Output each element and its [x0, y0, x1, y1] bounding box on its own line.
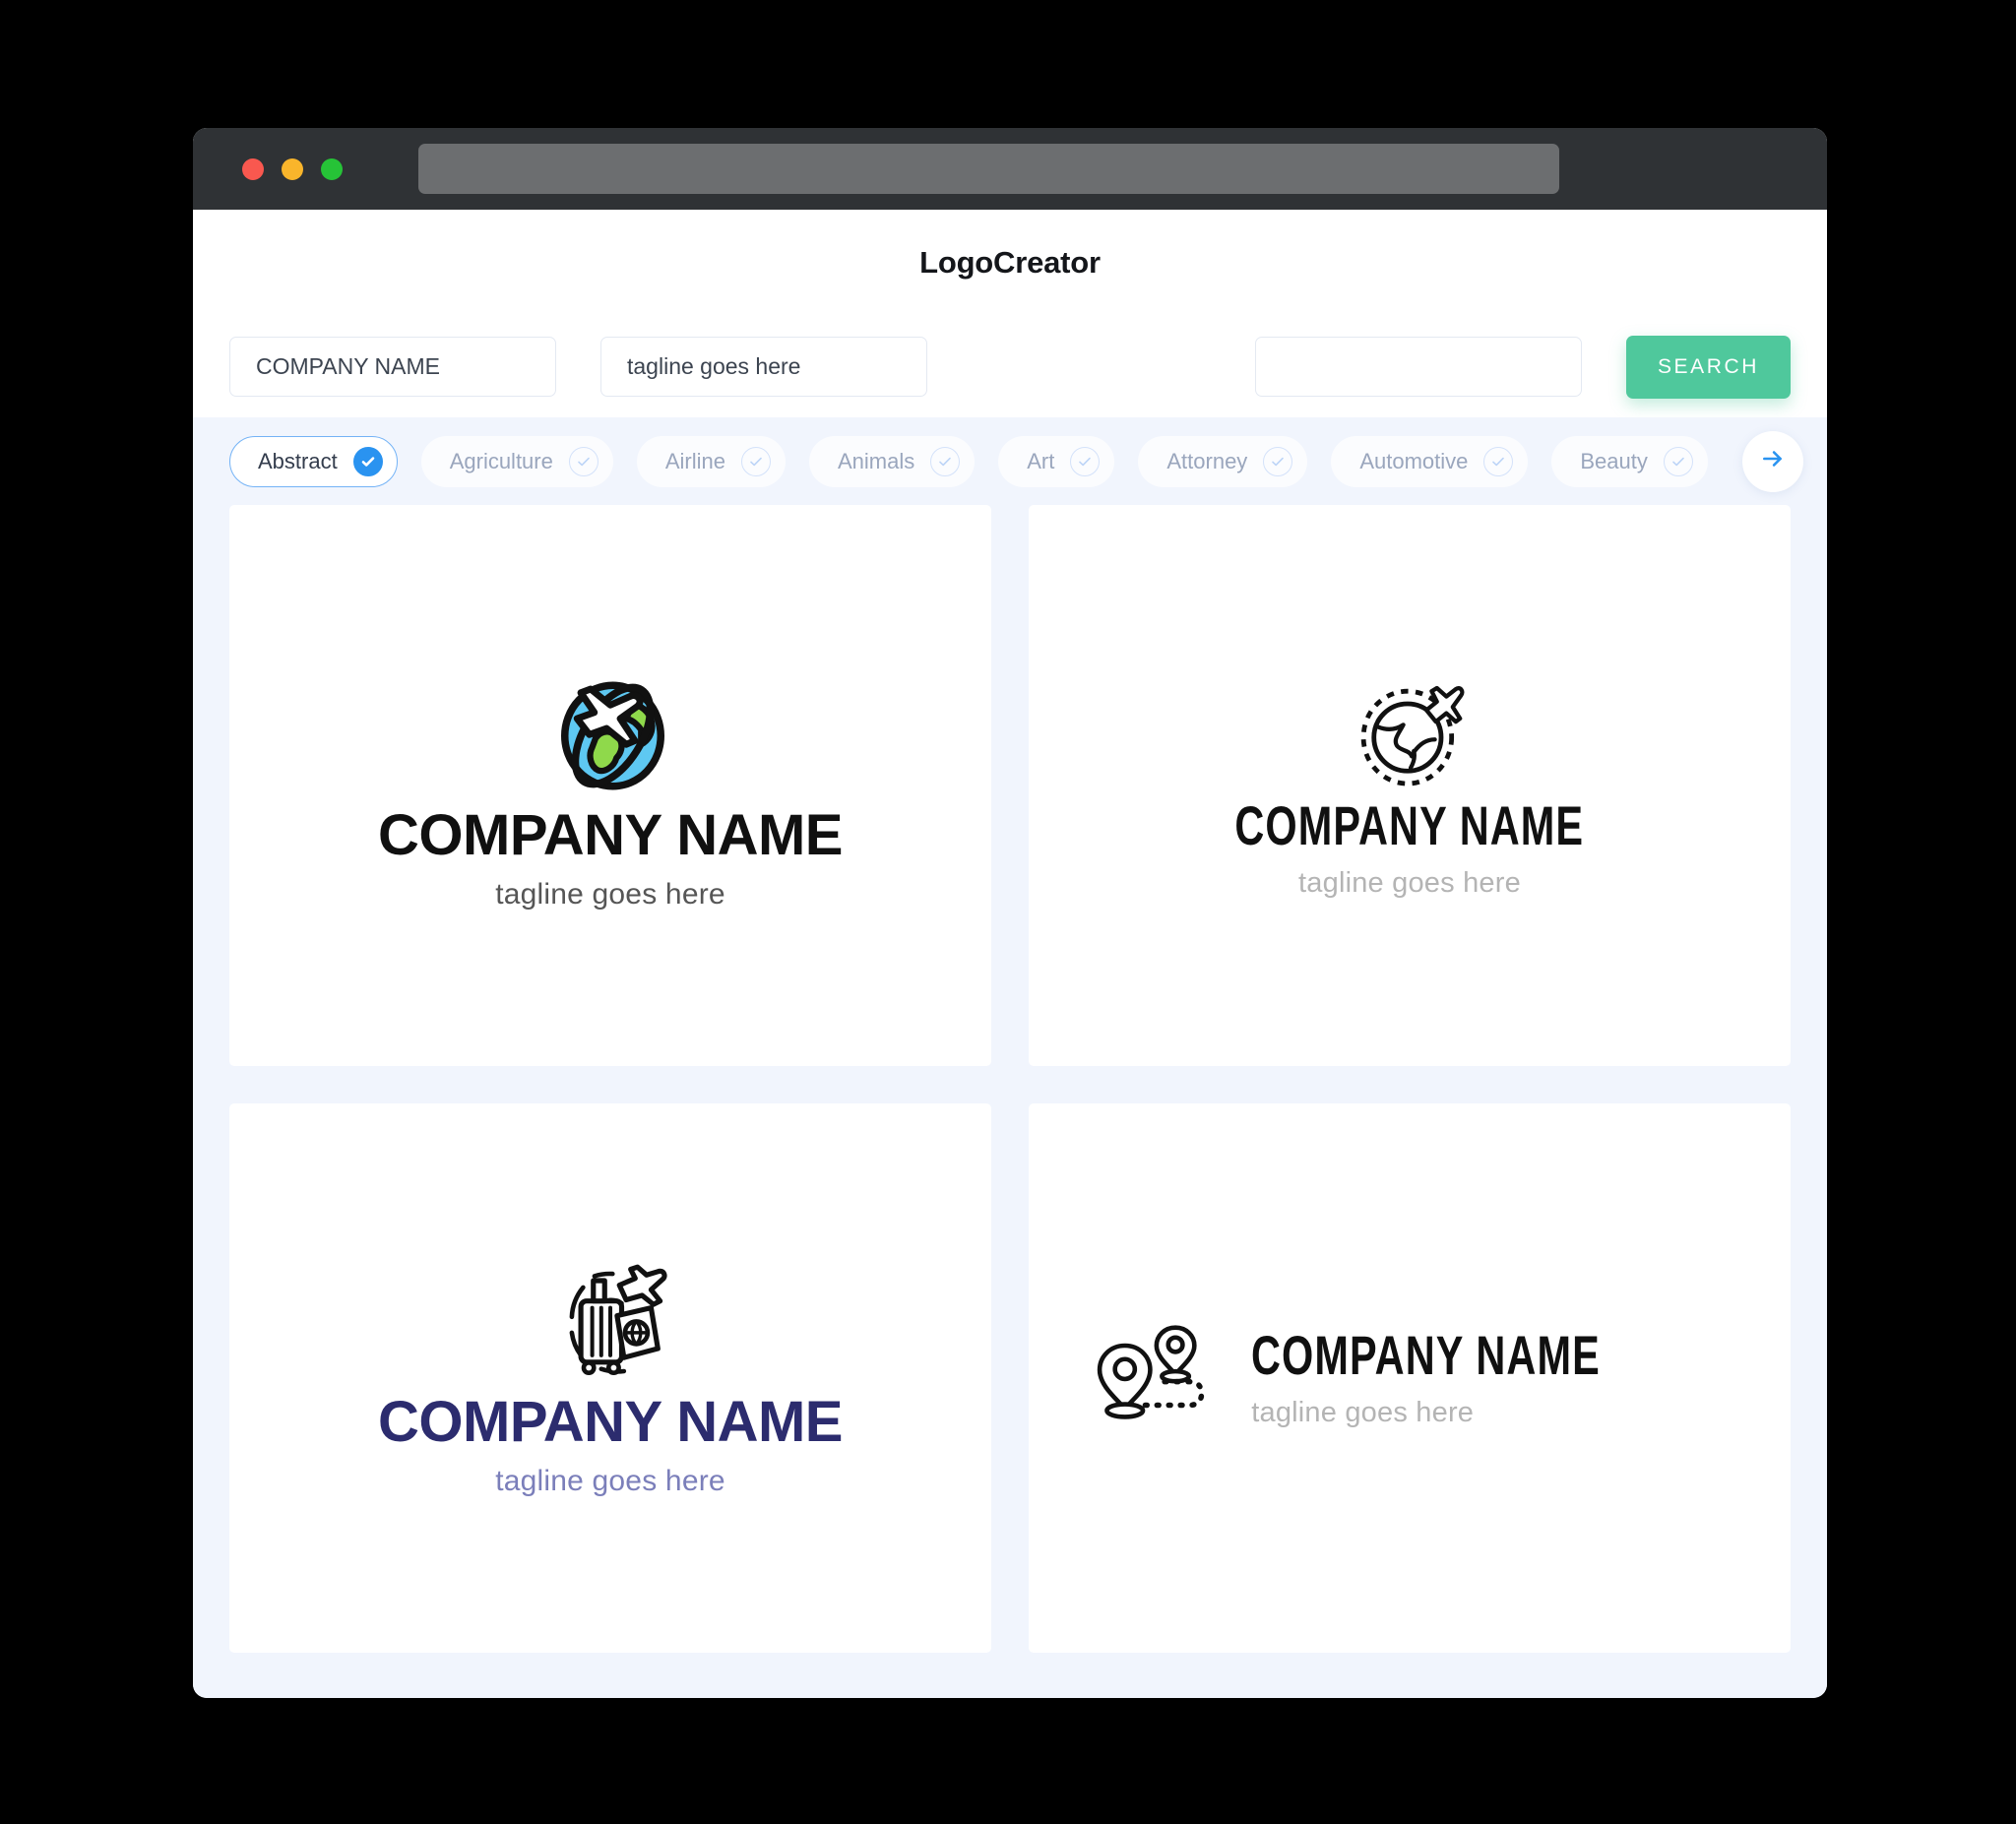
category-chip-label: Attorney	[1166, 448, 1248, 473]
category-chip-attorney[interactable]: Attorney	[1138, 435, 1308, 487]
logo-preview: COMPANY NAME tagline goes here	[378, 1258, 844, 1498]
close-window-button[interactable]	[242, 157, 264, 180]
category-chip-label: Automotive	[1359, 448, 1469, 473]
suitcase-passport-airplane-icon	[378, 1258, 843, 1394]
map-pins-route-icon	[1096, 1324, 1214, 1432]
app-title: LogoCreator	[919, 245, 1101, 280]
logo-tagline: tagline goes here	[495, 1465, 725, 1497]
category-chip-label: Art	[1027, 448, 1055, 473]
logo-preview: COMPANY NAME tagline goes here	[378, 660, 844, 912]
logo-preview: COMPANY NAME tagline goes here	[1096, 1324, 1724, 1432]
category-chip-airline[interactable]: Airline	[636, 435, 786, 487]
check-icon	[352, 446, 383, 476]
category-chip-automotive[interactable]: Automotive	[1331, 435, 1529, 487]
check-icon	[741, 446, 771, 476]
check-icon	[1663, 446, 1693, 476]
address-bar[interactable]	[418, 144, 1559, 194]
category-chip-label: Animals	[838, 448, 915, 473]
logo-results-grid: COMPANY NAME tagline goes here COMPANY N…	[193, 505, 1827, 1698]
check-icon	[568, 446, 598, 476]
category-chip-label: Beauty	[1580, 448, 1648, 473]
category-filter-bar: Abstract Agriculture Airline Animals Art	[193, 417, 1827, 505]
logo-tagline: tagline goes here	[1298, 866, 1521, 899]
keyword-input[interactable]	[1255, 337, 1582, 397]
category-chip-abstract[interactable]: Abstract	[229, 435, 398, 487]
company-name-input[interactable]	[229, 337, 556, 397]
logo-text-block: COMPANY NAME tagline goes here	[1251, 1323, 1724, 1429]
browser-window: LogoCreator SEARCH Abstract Agriculture …	[193, 128, 1827, 1698]
globe-airplane-color-icon	[378, 660, 843, 807]
logo-company-name: COMPANY NAME	[1234, 793, 1585, 856]
check-icon	[1070, 446, 1101, 476]
category-chip-animals[interactable]: Animals	[809, 435, 976, 487]
check-icon	[930, 446, 961, 476]
logo-preview: COMPANY NAME tagline goes here	[1173, 672, 1646, 900]
category-chip-beauty[interactable]: Beauty	[1551, 435, 1708, 487]
categories-next-button[interactable]	[1742, 430, 1803, 492]
globe-dashed-orbit-airplane-icon	[1173, 672, 1646, 798]
logo-tagline: tagline goes here	[495, 878, 725, 911]
category-chip-label: Abstract	[258, 448, 338, 473]
logo-card[interactable]: COMPANY NAME tagline goes here	[229, 1103, 991, 1653]
maximize-window-button[interactable]	[321, 157, 343, 180]
check-icon	[1263, 446, 1293, 476]
logo-company-name: COMPANY NAME	[1251, 1323, 1602, 1386]
logo-company-name: COMPANY NAME	[378, 803, 844, 867]
browser-titlebar	[193, 128, 1827, 210]
category-chip-label: Agriculture	[449, 448, 553, 473]
category-chip-agriculture[interactable]: Agriculture	[420, 435, 613, 487]
window-controls	[242, 157, 343, 180]
arrow-right-icon	[1760, 446, 1786, 476]
check-icon	[1483, 446, 1514, 476]
search-button[interactable]: SEARCH	[1626, 335, 1791, 399]
tagline-input[interactable]	[600, 337, 927, 397]
logo-card[interactable]: COMPANY NAME tagline goes here	[1029, 505, 1791, 1066]
logo-card[interactable]: COMPANY NAME tagline goes here	[1029, 1103, 1791, 1653]
search-toolbar: SEARCH	[193, 316, 1827, 417]
logo-company-name: COMPANY NAME	[378, 1390, 844, 1454]
app-header: LogoCreator	[193, 210, 1827, 316]
logo-card[interactable]: COMPANY NAME tagline goes here	[229, 505, 991, 1066]
logo-tagline: tagline goes here	[1251, 1396, 1475, 1428]
category-chip-art[interactable]: Art	[998, 435, 1115, 487]
category-chip-label: Airline	[664, 448, 725, 473]
minimize-window-button[interactable]	[282, 157, 303, 180]
